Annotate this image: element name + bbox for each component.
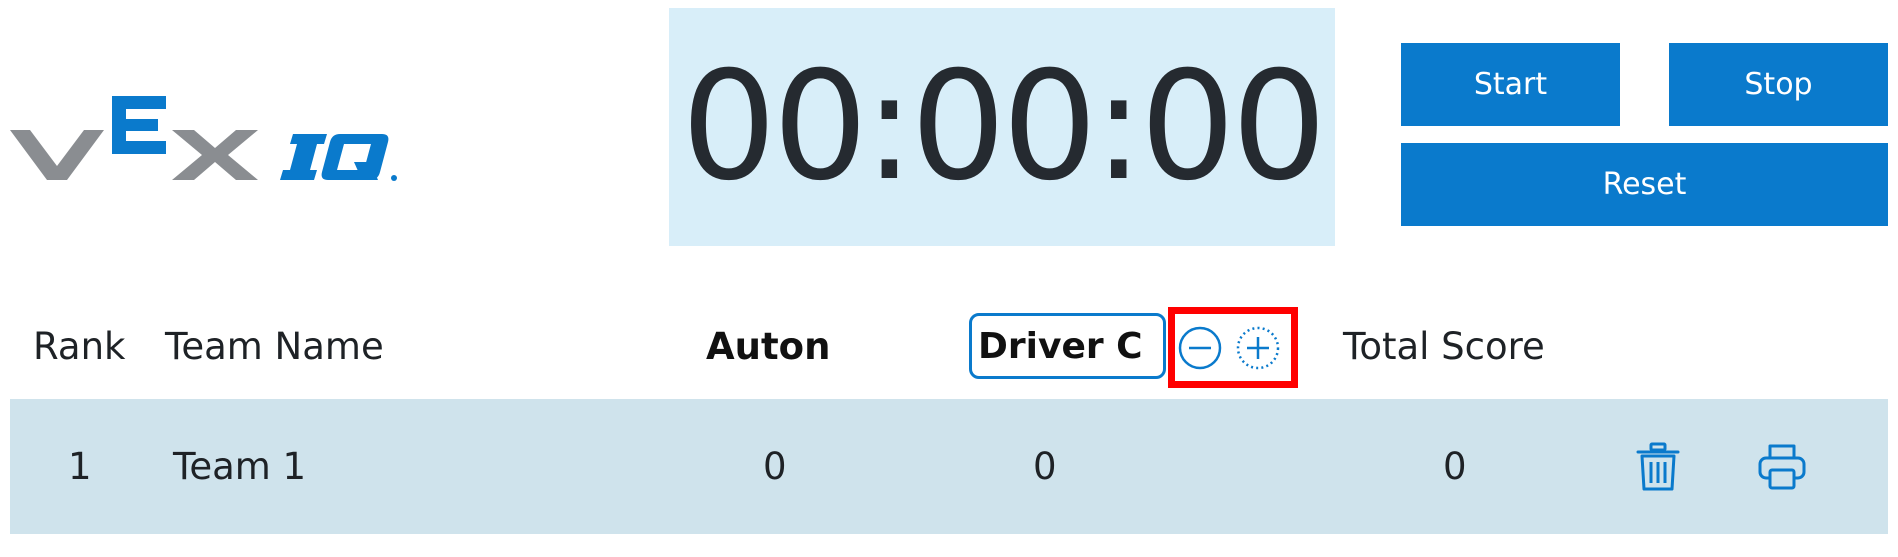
start-button[interactable]: Start — [1401, 43, 1620, 126]
cell-team-name: Team 1 — [173, 445, 307, 488]
header-total-score: Total Score — [1343, 325, 1545, 368]
cell-auton-score: 0 — [763, 445, 787, 488]
cell-total-score: 0 — [1443, 445, 1467, 488]
timer-display: 00:00:00 — [681, 40, 1327, 214]
scoreboard-page: 00:00:00 Start Stop Reset Rank Team Name… — [0, 0, 1898, 557]
cell-driver-score: 0 — [1033, 445, 1057, 488]
header-rank: Rank — [33, 325, 126, 368]
printer-icon[interactable] — [1756, 441, 1808, 493]
iq-wordmark — [280, 134, 397, 181]
trash-icon[interactable] — [1632, 441, 1684, 493]
cell-rank: 1 — [68, 445, 92, 488]
reset-button[interactable]: Reset — [1401, 143, 1888, 226]
driver-column-header-input[interactable]: Driver C — [969, 313, 1166, 379]
timer-panel: 00:00:00 — [669, 8, 1335, 246]
header-auton: Auton — [706, 325, 831, 368]
plus-circle-icon[interactable] — [1235, 325, 1281, 371]
driver-header-label: Driver C — [978, 325, 1143, 367]
table-row: 1 Team 1 0 0 0 — [10, 399, 1888, 534]
vex-wordmark — [10, 96, 258, 180]
stop-button[interactable]: Stop — [1669, 43, 1888, 126]
minus-circle-icon[interactable] — [1177, 325, 1223, 371]
vex-iq-logo — [10, 96, 397, 181]
header-team-name: Team Name — [165, 325, 384, 368]
